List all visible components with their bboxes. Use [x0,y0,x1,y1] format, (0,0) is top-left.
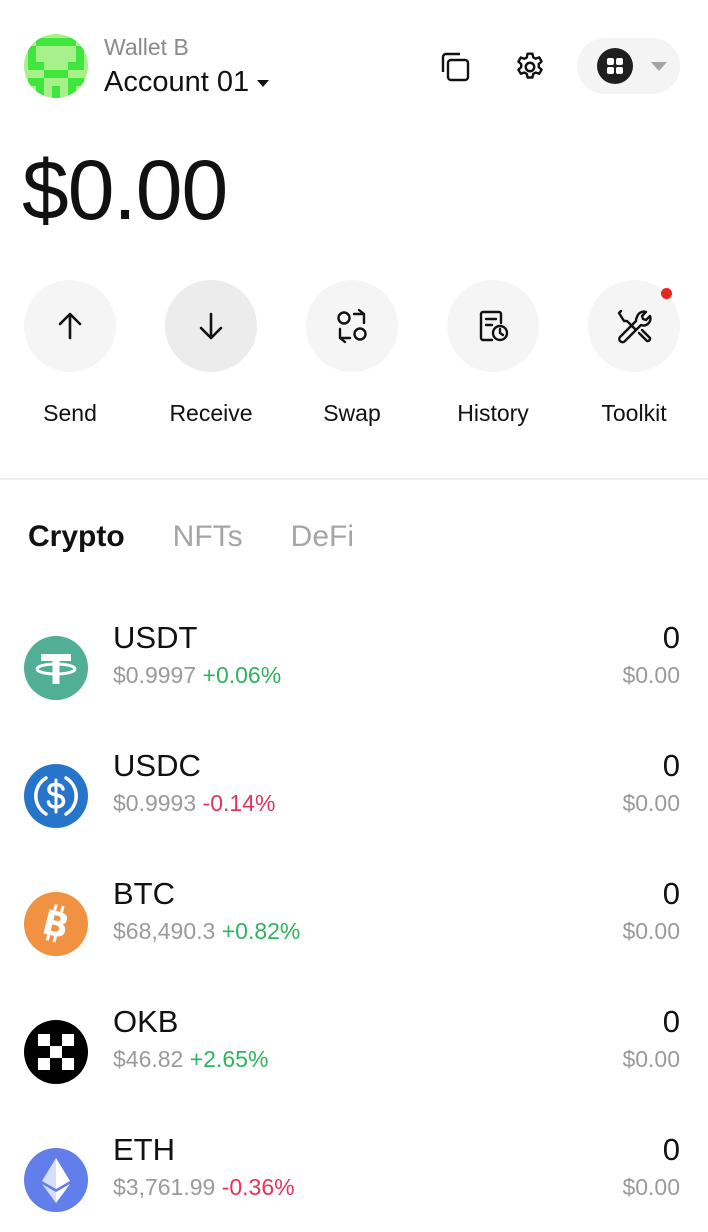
swap-label: Swap [323,400,381,426]
token-change: -0.14% [202,790,276,816]
token-value: $0.00 [622,790,680,816]
token-amount: 0 [662,1132,680,1167]
account-name: Account 01 [104,66,250,98]
swap-icon [337,308,367,344]
token-price: $3,761.99 [113,1174,216,1200]
token-row-usdt[interactable]: USDT $0.9997 +0.06% 0 $0.00 [0,620,708,720]
notification-dot [661,288,672,299]
wallet-name: Wallet B [104,34,189,60]
token-symbol: BTC [113,876,175,911]
account-selector[interactable]: Account 01 [104,66,270,99]
toolkit-label: Toolkit [601,400,667,426]
bitcoin-icon: B [24,892,88,956]
receive-button[interactable]: Receive [164,280,258,427]
total-balance: $0.00 [22,143,228,237]
toolkit-button[interactable]: Toolkit [587,280,681,427]
token-amount: 0 [662,1004,680,1039]
app-switcher-button[interactable] [577,38,680,94]
token-value: $0.00 [622,918,680,944]
tab-crypto[interactable]: Crypto [28,520,125,554]
arrow-down-icon [199,312,223,340]
token-row-okb[interactable]: OKB $46.82 +2.65% 0 $0.00 [0,1004,708,1104]
history-button[interactable]: History [446,280,540,427]
token-price-line: $68,490.3 +0.82% [113,918,300,945]
swap-button[interactable]: Swap [305,280,399,427]
token-value: $0.00 [622,1046,680,1072]
token-symbol: USDT [113,620,198,655]
tab-nfts[interactable]: NFTs [173,520,243,554]
settings-button[interactable] [513,50,547,84]
ethereum-icon [24,1148,88,1212]
send-label: Send [43,400,97,426]
history-icon [479,310,509,342]
send-button[interactable]: Send [23,280,117,427]
gear-icon [517,52,543,79]
token-price-line: $0.9993 -0.14% [113,790,275,817]
token-value: $0.00 [622,662,680,688]
asset-tabs: Crypto NFTs DeFi [28,520,354,554]
token-price: $46.82 [113,1046,184,1072]
token-row-usdc[interactable]: USDC $0.9993 -0.14% 0 $0.00 [0,748,708,848]
token-amount: 0 [662,876,680,911]
tether-icon [24,636,88,700]
copy-address-button[interactable] [438,50,472,84]
usdc-icon [24,764,88,828]
token-change: -0.36% [221,1174,295,1200]
token-price: $0.9997 [113,662,197,688]
token-row-eth[interactable]: ETH $3,761.99 -0.36% 0 $0.00 [0,1132,708,1232]
avatar[interactable] [24,34,88,98]
grid-icon [597,48,633,84]
token-change: +2.65% [189,1046,269,1072]
receive-label: Receive [169,400,253,426]
token-symbol: OKB [113,1004,179,1039]
token-row-btc[interactable]: B BTC $68,490.3 +0.82% 0 $0.00 [0,876,708,976]
token-change: +0.82% [221,918,301,944]
okb-icon [24,1020,88,1084]
caret-down-icon [257,80,270,87]
copy-icon [441,52,470,82]
arrow-up-icon [58,312,82,340]
token-change: +0.06% [202,662,282,688]
token-symbol: USDC [113,748,201,783]
token-amount: 0 [662,748,680,783]
tab-defi[interactable]: DeFi [291,520,354,554]
token-price: $68,490.3 [113,918,216,944]
token-amount: 0 [662,620,680,655]
token-price-line: $3,761.99 -0.36% [113,1174,295,1201]
chevron-down-icon [651,61,667,71]
token-price-line: $0.9997 +0.06% [113,662,281,689]
history-label: History [457,400,529,426]
token-symbol: ETH [113,1132,175,1167]
token-price: $0.9993 [113,790,197,816]
divider [0,478,708,480]
token-value: $0.00 [622,1174,680,1200]
toolkit-icon [617,309,652,344]
token-price-line: $46.82 +2.65% [113,1046,268,1073]
